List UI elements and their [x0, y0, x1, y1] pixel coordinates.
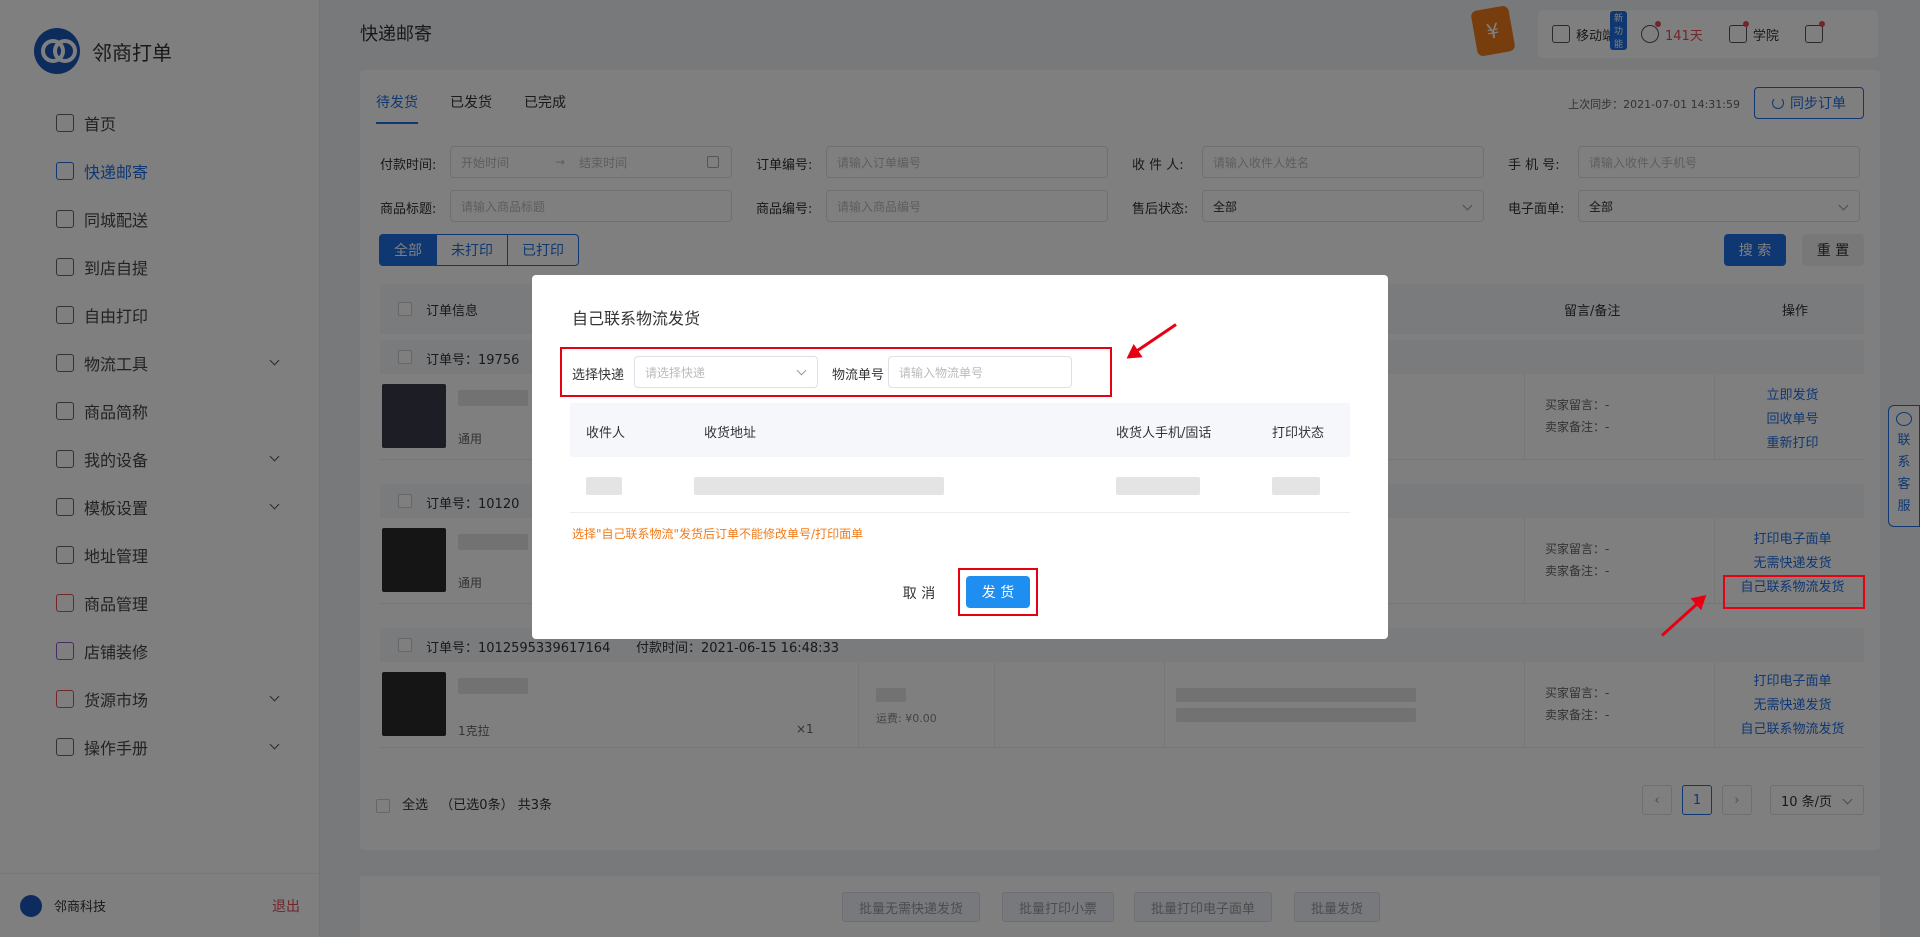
express-select[interactable]: 请选择快递	[634, 356, 818, 388]
phone-blurred	[1116, 477, 1200, 495]
col-receiver: 收件人	[586, 426, 626, 441]
receiver-table: 收件人 收货地址 收货人手机/固话 打印状态	[570, 403, 1350, 513]
table-row	[570, 457, 1350, 513]
col-address: 收货地址	[704, 426, 757, 441]
express-label: 选择快递	[572, 368, 625, 383]
self-logistics-dialog: 自己联系物流发货 选择快递 请选择快递 物流单号 请输入物流单号 收件人 收货地…	[532, 275, 1388, 639]
address-blurred	[694, 477, 944, 495]
col-phone: 收货人手机/固话	[1116, 426, 1212, 441]
input-highlight-box: 选择快递 请选择快递 物流单号 请输入物流单号	[560, 347, 1112, 397]
dialog-title: 自己联系物流发货	[572, 309, 701, 328]
receiver-blurred	[586, 477, 622, 495]
annotation-arrow	[1128, 323, 1177, 358]
cancel-button[interactable]: 取 消	[888, 577, 950, 609]
receiver-table-header: 收件人 收货地址 收货人手机/固话 打印状态	[570, 403, 1350, 457]
warning-text: 选择"自己联系物流"发货后订单不能修改单号/打印面单	[572, 527, 864, 541]
ship-button[interactable]: 发 货	[966, 576, 1030, 608]
col-print-status: 打印状态	[1272, 426, 1325, 441]
tracking-label: 物流单号	[832, 368, 885, 383]
tracking-input[interactable]: 请输入物流单号	[888, 356, 1072, 388]
print-status-blurred	[1272, 477, 1320, 495]
express-placeholder: 请选择快递	[645, 365, 706, 380]
chevron-down-icon	[796, 365, 807, 376]
highlight-box	[1723, 575, 1865, 609]
